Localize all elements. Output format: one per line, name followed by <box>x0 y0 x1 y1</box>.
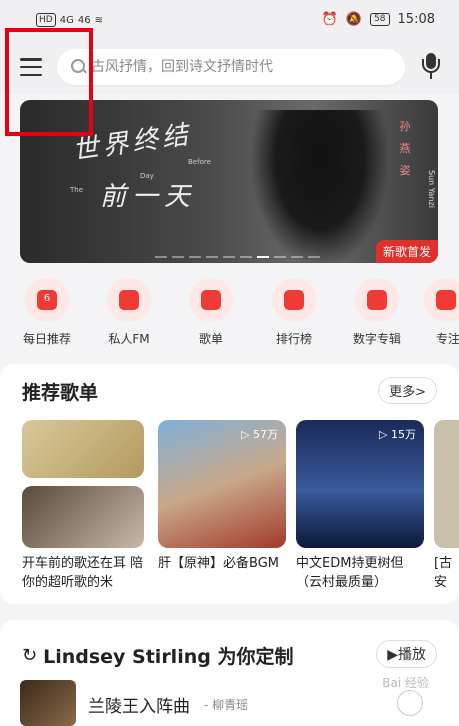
category-focus[interactable]: 专注 <box>424 278 459 347</box>
banner-title-line1: 世界终结 <box>70 119 194 167</box>
playlist-name: 肝【原神】必备BGM <box>158 556 279 571</box>
section-title: 推荐歌单 <box>22 382 99 404</box>
alarm-icon: ⏰ <box>321 12 338 27</box>
calendar-icon: 6 <box>25 278 69 322</box>
watermark: Bai 经验 <box>382 676 429 690</box>
signal-tag: 46 <box>77 14 91 26</box>
playlist-cover <box>434 420 459 548</box>
banner-badge: 新歌首发 <box>375 240 438 263</box>
status-left: HD 4G 46 ≋ <box>36 13 103 27</box>
custom-mix-card: ↻ Lindsey Stirling 为你定制 ▶播放 兰陵王入阵曲 - 柳青瑶 <box>0 620 459 726</box>
calendar-day: 6 <box>43 293 51 304</box>
custom-mix-title: ↻ Lindsey Stirling 为你定制 <box>22 642 293 669</box>
banner-artist-en: Sun Yanzi <box>427 170 436 208</box>
recommended-playlists: 推荐歌单 更多> 开车前的歌还在耳 陪你的超听歌的米 ▷ 57万 肝【原神】必备… <box>0 364 459 604</box>
carousel-dots <box>155 256 320 258</box>
category-fm[interactable]: 私人FM <box>96 278 162 347</box>
network-tag: 4G <box>59 14 74 26</box>
playlist-card[interactable]: 开车前的歌还在耳 陪你的超听歌的米 <box>22 420 144 592</box>
clock: 15:08 <box>397 12 435 27</box>
custom-mix-title-text: Lindsey Stirling 为你定制 <box>43 646 294 668</box>
mute-icon: 🔕 <box>345 12 363 27</box>
category-label: 歌单 <box>198 332 223 346</box>
radio-icon <box>107 278 151 322</box>
playlist-card[interactable]: ▷ 15万 中文EDM持更树但（云村最质量） <box>296 420 424 592</box>
microphone-icon[interactable] <box>421 53 441 81</box>
category-label: 私人FM <box>108 332 150 346</box>
playlist-name: [古 安 <box>434 556 453 590</box>
playlist-name: 开车前的歌还在耳 陪你的超听歌的米 <box>22 556 144 590</box>
category-album[interactable]: 数字专辑 <box>344 278 410 347</box>
playlist-cover: ▷ 57万 <box>158 420 286 548</box>
play-count-value: 57万 <box>253 428 278 441</box>
playlist-cover <box>22 486 144 548</box>
play-all-button[interactable]: ▶播放 <box>376 640 437 668</box>
menu-icon[interactable] <box>20 58 42 76</box>
status-bar: HD 4G 46 ≋ ⏰ 🔕 58 15:08 <box>0 0 459 42</box>
banner-small-text: The <box>70 186 84 194</box>
song-title[interactable]: 兰陵王入阵曲 <box>88 692 190 717</box>
song-cover[interactable] <box>20 680 76 726</box>
search-bar[interactable] <box>57 49 405 85</box>
chart-icon <box>272 278 316 322</box>
banner-artist-photo <box>250 110 390 263</box>
playlist-cover <box>22 420 144 478</box>
playlist-card[interactable]: [古 安 <box>434 420 459 592</box>
banner-artist-name: 孙燕姿 <box>399 120 411 177</box>
album-icon <box>355 278 399 322</box>
battery-icon: 58 <box>370 13 390 26</box>
playlist-cover: ▷ 15万 <box>296 420 424 548</box>
more-button[interactable]: 更多> <box>378 377 437 404</box>
wifi-icon: ≋ <box>94 14 103 26</box>
category-daily[interactable]: 6 每日推荐 <box>14 278 80 347</box>
category-playlist[interactable]: 歌单 <box>178 278 244 347</box>
promo-banner[interactable]: 世界终结 The Day Before 前一天 孙燕姿 Sun Yanzi 新歌… <box>20 100 438 263</box>
playlist-icon <box>189 278 233 322</box>
song-play-icon[interactable] <box>397 690 423 716</box>
app-header <box>0 42 459 94</box>
hd-tag: HD <box>36 13 56 27</box>
refresh-icon[interactable]: ↻ <box>22 645 37 666</box>
play-count: ▷ 57万 <box>241 428 278 441</box>
banner-title-line2: 前一天 <box>100 182 197 212</box>
category-charts[interactable]: 排行榜 <box>261 278 327 347</box>
playlist-name: 中文EDM持更树但（云村最质量） <box>296 556 404 590</box>
category-row: 6 每日推荐 私人FM 歌单 排行榜 数字专辑 专注 <box>0 278 459 358</box>
play-count: ▷ 15万 <box>379 428 416 441</box>
category-label: 排行榜 <box>275 332 312 346</box>
banner-small-text: Before <box>188 158 211 166</box>
heart-icon <box>424 278 459 322</box>
status-right: ⏰ 🔕 58 15:08 <box>322 12 435 27</box>
search-icon <box>71 59 87 75</box>
search-input[interactable] <box>91 59 381 75</box>
category-label: 数字专辑 <box>352 332 401 346</box>
play-count-value: 15万 <box>391 428 416 441</box>
category-label: 专注 <box>436 332 459 346</box>
song-artist: - 柳青瑶 <box>204 698 249 712</box>
category-label: 每日推荐 <box>22 332 71 346</box>
playlist-card[interactable]: ▷ 57万 肝【原神】必备BGM <box>158 420 286 592</box>
